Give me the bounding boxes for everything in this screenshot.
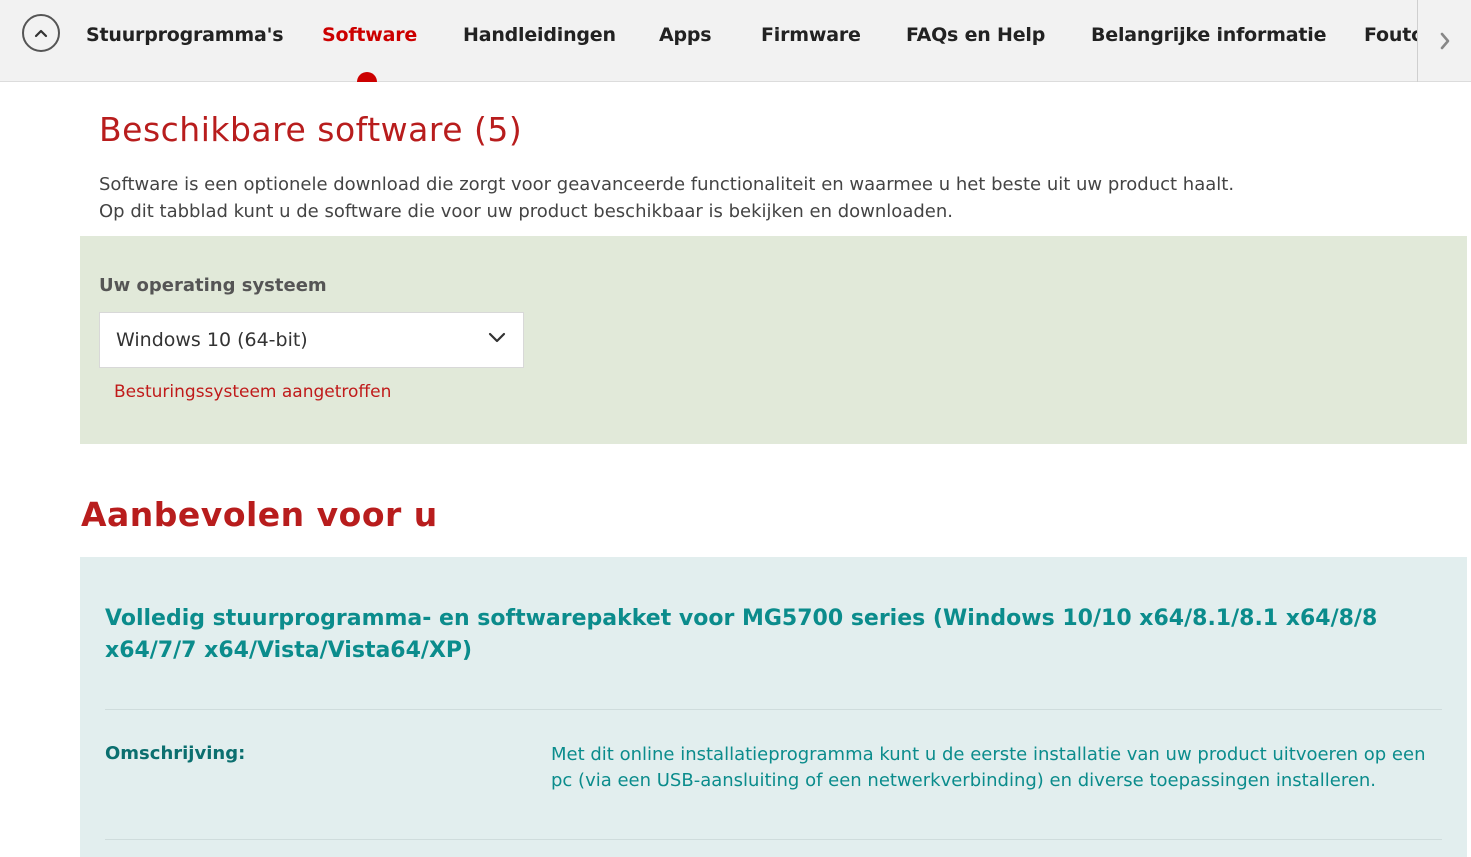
- tab-faqs-en-help[interactable]: FAQs en Help: [906, 24, 1045, 46]
- chevron-down-icon: [488, 332, 506, 343]
- divider: [105, 839, 1442, 840]
- active-tab-indicator: [357, 72, 377, 82]
- description-text: Met dit online installatieprogramma kunt…: [551, 744, 1426, 791]
- intro-text: Software is een optionele download die z…: [99, 171, 1419, 225]
- os-detected-text: Besturingssysteem aangetroffen: [114, 382, 392, 402]
- intro-line: Op dit tabblad kunt u de software die vo…: [99, 201, 953, 222]
- os-selector-panel: Uw operating systeem Windows 10 (64-bit)…: [80, 236, 1467, 444]
- chevron-right-icon: [1440, 32, 1449, 50]
- tab-handleidingen[interactable]: Handleidingen: [463, 24, 616, 46]
- page-title: Beschikbare software (5): [99, 110, 523, 149]
- nav-next-button[interactable]: [1418, 0, 1471, 82]
- tab-belangrijke-informatie[interactable]: Belangrijke informatie: [1091, 24, 1326, 46]
- intro-line: Software is een optionele download die z…: [99, 174, 1235, 195]
- tab-stuurprogrammas[interactable]: Stuurprogramma's: [86, 24, 284, 46]
- tab-firmware[interactable]: Firmware: [761, 24, 861, 46]
- top-navigation: Stuurprogramma's Software Handleidingen …: [0, 0, 1471, 82]
- tab-apps[interactable]: Apps: [659, 24, 712, 46]
- os-selected-value: Windows 10 (64-bit): [116, 329, 308, 351]
- tab-software[interactable]: Software: [322, 24, 417, 46]
- nav-tabs: Stuurprogramma's Software Handleidingen …: [0, 0, 1418, 82]
- tab-foutcodes[interactable]: Foutcodes: [1364, 24, 1418, 46]
- divider: [105, 709, 1442, 710]
- software-package-link[interactable]: Volledig stuurprogramma- en softwarepakk…: [105, 603, 1435, 667]
- recommended-title: Aanbevolen voor u: [81, 495, 438, 534]
- recommended-panel: Volledig stuurprogramma- en softwarepakk…: [80, 557, 1467, 857]
- description-label: Omschrijving:: [105, 743, 246, 764]
- os-select[interactable]: Windows 10 (64-bit): [99, 312, 524, 368]
- os-label: Uw operating systeem: [99, 275, 327, 296]
